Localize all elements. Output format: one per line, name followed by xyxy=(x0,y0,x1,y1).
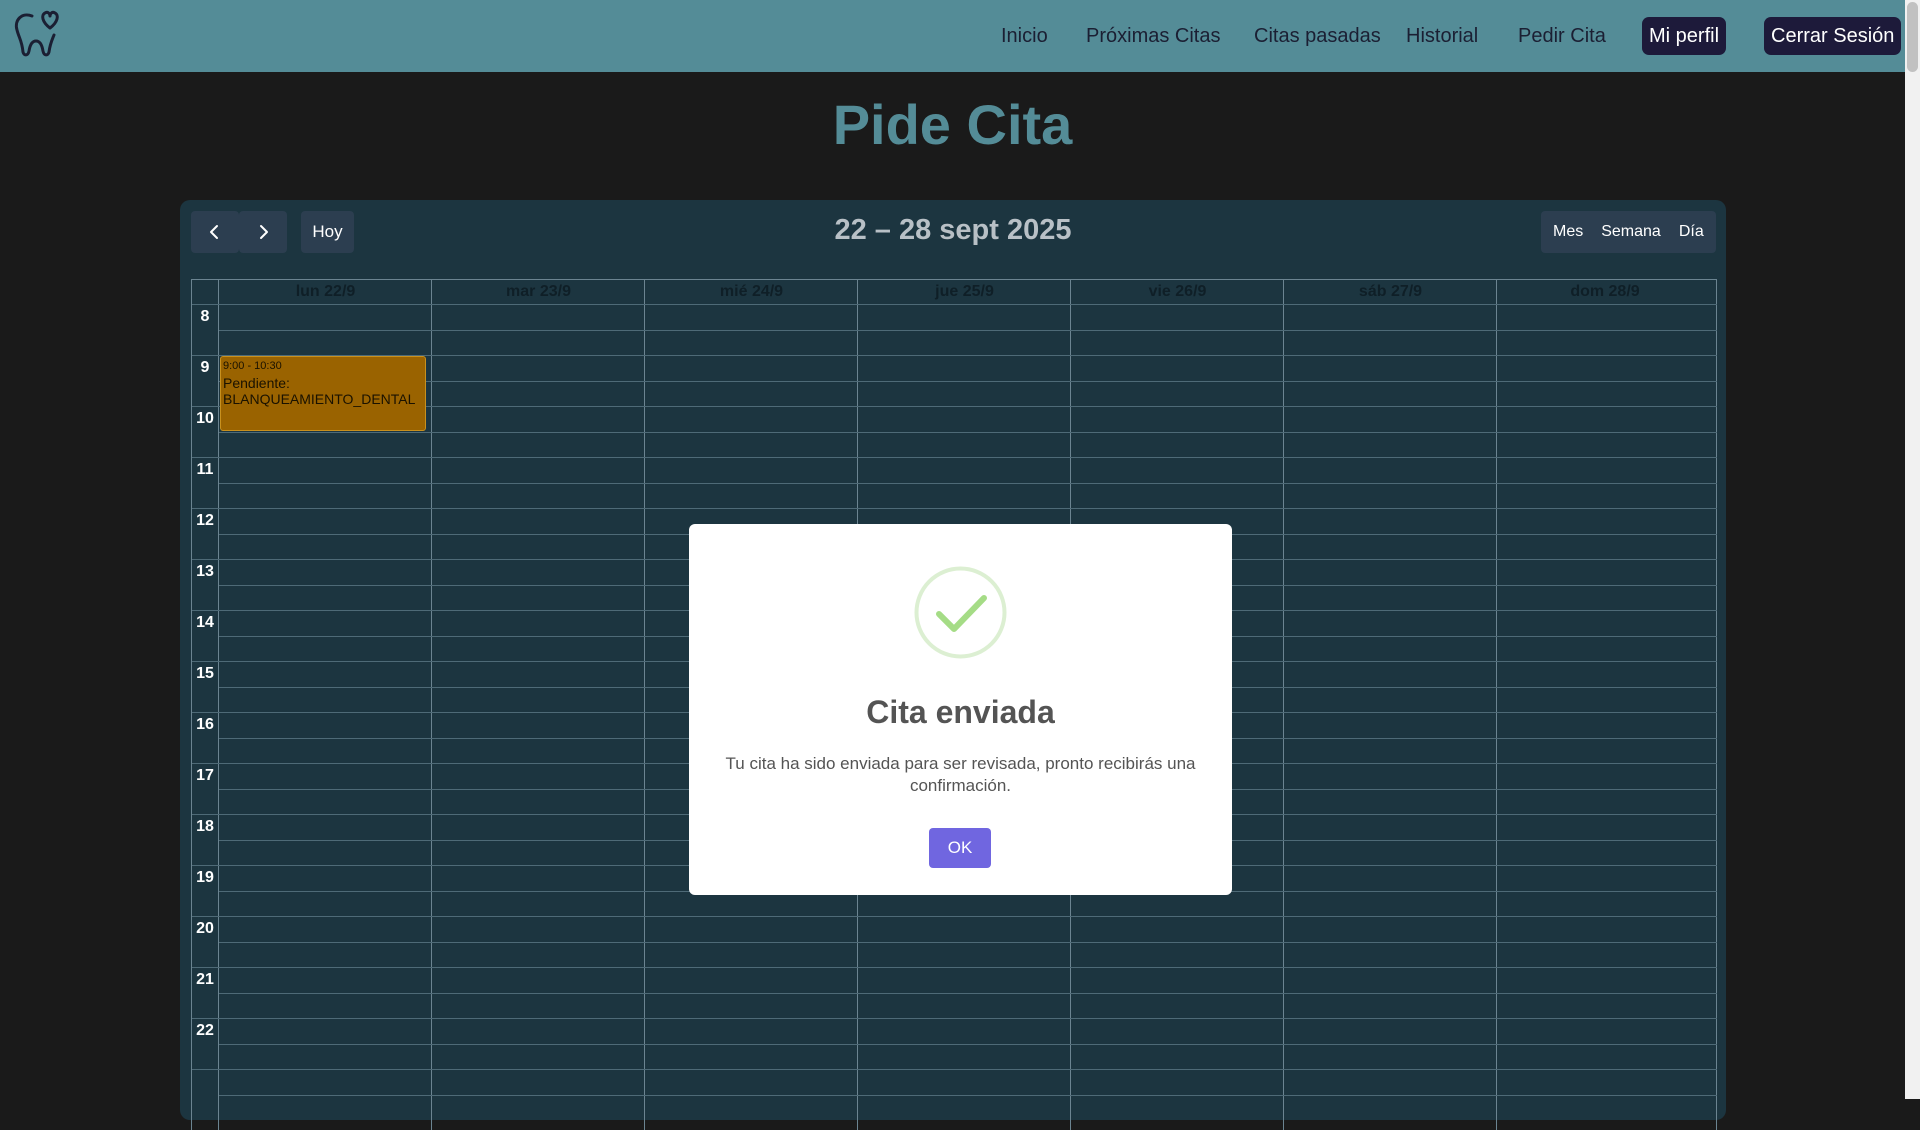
grid-column-line xyxy=(644,280,645,1130)
nav-proximas-citas[interactable]: Próximas Citas xyxy=(1086,17,1220,55)
event-status: Pendiente: xyxy=(223,375,290,391)
view-month-button[interactable]: Mes xyxy=(1553,223,1583,241)
hour-label: 19 xyxy=(196,869,214,886)
hour-label: 9 xyxy=(200,359,210,376)
nav-inicio[interactable]: Inicio xyxy=(1001,17,1048,55)
page-scrollbar[interactable] xyxy=(1905,0,1920,1099)
hour-label: 12 xyxy=(196,512,214,529)
tooth-logo-icon[interactable] xyxy=(12,8,62,58)
hour-label: 16 xyxy=(196,716,214,733)
day-header: dom 28/9 xyxy=(1570,283,1640,300)
confirmation-dialog: Cita enviada Tu cita ha sido enviada par… xyxy=(689,524,1232,895)
grid-row-line xyxy=(219,1043,1717,1045)
grid-column-line xyxy=(218,280,219,1130)
day-header: sáb 27/9 xyxy=(1358,283,1423,300)
grid-row-line xyxy=(192,967,1717,968)
hour-label: 18 xyxy=(196,818,214,835)
appointment-event[interactable]: 9:00 - 10:30 Pendiente: BLANQUEAMIENTO_D… xyxy=(220,356,426,431)
nav-historial[interactable]: Historial xyxy=(1406,17,1478,55)
today-button[interactable]: Hoy xyxy=(301,211,354,253)
next-week-button[interactable] xyxy=(239,211,287,253)
hour-label: 10 xyxy=(196,410,214,427)
day-header: mar 23/9 xyxy=(506,283,571,300)
hour-label: 22 xyxy=(196,1022,214,1039)
day-header: lun 22/9 xyxy=(295,283,356,300)
grid-row-line xyxy=(219,992,1717,994)
grid-row-line xyxy=(219,431,1717,433)
grid-row-line xyxy=(219,1094,1717,1096)
hour-label: 8 xyxy=(200,308,210,325)
grid-row-line xyxy=(219,482,1717,484)
grid-row-line xyxy=(192,1018,1717,1019)
event-time: 9:00 - 10:30 xyxy=(223,360,282,372)
view-day-button[interactable]: Día xyxy=(1679,223,1704,241)
grid-row-line xyxy=(192,457,1717,458)
hour-label: 20 xyxy=(196,920,214,937)
hour-label: 21 xyxy=(196,971,214,988)
top-navbar: Inicio Próximas Citas Citas pasadas Hist… xyxy=(0,0,1905,72)
success-check-icon xyxy=(914,566,1007,659)
grid-row-line xyxy=(219,941,1717,943)
grid-row-line xyxy=(219,380,1717,382)
hour-label: 13 xyxy=(196,563,214,580)
day-header: jue 25/9 xyxy=(935,283,994,300)
scrollbar-thumb[interactable] xyxy=(1907,2,1918,72)
view-week-button[interactable]: Semana xyxy=(1601,223,1661,241)
profile-button[interactable]: Mi perfil xyxy=(1642,17,1727,55)
hour-label: 11 xyxy=(196,461,214,478)
ok-button[interactable]: OK xyxy=(929,828,991,868)
grid-column-line xyxy=(431,280,432,1130)
view-switcher: Mes Semana Día xyxy=(1541,211,1716,253)
nav-citas-pasadas[interactable]: Citas pasadas xyxy=(1254,17,1381,55)
day-header: vie 26/9 xyxy=(1148,283,1207,300)
chevron-left-icon xyxy=(210,225,218,239)
hour-label: 15 xyxy=(196,665,214,682)
grid-row-line xyxy=(192,1069,1717,1070)
grid-column-line xyxy=(1716,280,1717,1130)
chevron-right-icon xyxy=(260,225,268,239)
grid-column-line xyxy=(1496,280,1497,1130)
grid-column-line xyxy=(1283,280,1284,1130)
grid-row-line xyxy=(219,329,1717,331)
event-service: BLANQUEAMIENTO_DENTAL xyxy=(223,391,416,407)
grid-row-line xyxy=(192,508,1717,509)
grid-row-line xyxy=(192,916,1717,917)
nav-pedir-cita[interactable]: Pedir Cita xyxy=(1518,17,1606,55)
prev-week-button[interactable] xyxy=(191,211,239,253)
dialog-message: Tu cita ha sido enviada para ser revisad… xyxy=(725,754,1196,795)
logout-button[interactable]: Cerrar Sesión xyxy=(1764,17,1902,55)
calendar-range-title: 22 – 28 sept 2025 xyxy=(834,214,1072,246)
dialog-title: Cita enviada xyxy=(866,694,1055,730)
hour-label: 17 xyxy=(196,767,214,784)
grid-row-line xyxy=(192,304,1717,305)
hour-label: 14 xyxy=(196,614,214,631)
page-title: Pide Cita xyxy=(832,93,1073,156)
day-header: mié 24/9 xyxy=(719,283,784,300)
